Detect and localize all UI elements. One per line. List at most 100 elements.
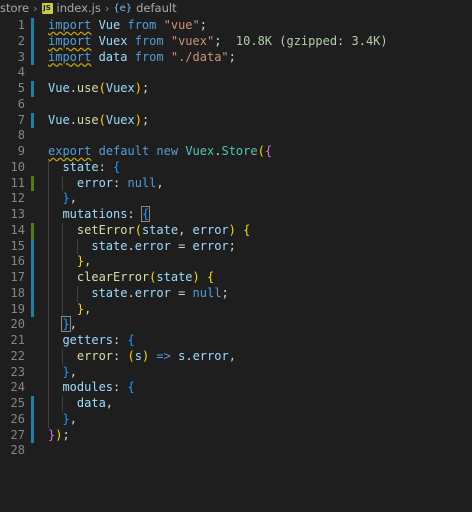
code-token: error <box>48 175 114 190</box>
code-token: ; <box>228 238 236 253</box>
code-token: : <box>98 159 114 174</box>
code-content: }, <box>48 191 77 207</box>
code-token: "vue" <box>163 18 200 32</box>
code-line[interactable]: 9 export default new Vuex.Store({ <box>0 144 472 160</box>
code-line[interactable]: 5 Vue.use(Vuex); <box>0 81 472 97</box>
line-number: 16 <box>10 254 25 269</box>
gutter-modified-indicator[interactable] <box>31 427 34 444</box>
code-line[interactable]: 10 state: { <box>0 159 472 176</box>
code-token: ( <box>98 112 106 127</box>
code-line[interactable]: 6 <box>0 97 472 113</box>
code-line[interactable]: 21 getters: { <box>0 333 472 349</box>
line-number: 22 <box>10 348 25 363</box>
code-line[interactable]: 25 data, <box>0 396 472 412</box>
code-line[interactable]: 7 Vue.use(Vuex); <box>0 112 472 129</box>
code-token: , <box>69 191 77 206</box>
code-token: s <box>134 348 142 363</box>
code-token: null <box>127 175 157 190</box>
code-content: modules: { <box>48 380 134 396</box>
code-token: ; <box>141 112 150 127</box>
code-line[interactable]: 27}); <box>0 427 472 444</box>
code-token: "vuex" <box>170 33 215 48</box>
code-line[interactable]: 1 import Vue from "vue"; <box>0 18 472 34</box>
line-number: 27 <box>10 427 25 442</box>
code-content: mutations: { <box>48 206 151 223</box>
code-content: error: null, <box>48 176 164 192</box>
code-token: } <box>61 316 71 333</box>
line-number: 11 <box>10 175 25 190</box>
gutter-modified-indicator[interactable] <box>31 49 34 66</box>
code-content: export default new Vuex.Store({ <box>48 144 272 160</box>
code-token: } <box>62 411 70 426</box>
code-line[interactable]: 16 }, <box>0 254 472 270</box>
breadcrumb-symbol[interactable]: {e} default <box>113 1 176 15</box>
code-line[interactable]: 12 }, <box>0 191 472 207</box>
code-token: , <box>69 364 77 379</box>
code-token: . <box>69 112 77 127</box>
code-token: ; <box>141 81 150 95</box>
code-token: ; <box>228 49 236 64</box>
code-line[interactable]: 14 setError(state, error) { <box>0 222 472 239</box>
code-line[interactable]: 18 state.error = null; <box>0 285 472 302</box>
code-line[interactable]: 26 }, <box>0 411 472 428</box>
code-token: , <box>105 396 114 410</box>
gutter-modified-indicator[interactable] <box>31 270 34 286</box>
code-token: } <box>62 191 70 206</box>
gutter-added-indicator[interactable] <box>31 222 34 239</box>
code-line[interactable]: 20 }, <box>0 316 472 333</box>
code-line[interactable]: 15 state.error = error; <box>0 238 472 255</box>
code-token: ) <box>192 270 200 284</box>
line-number: 6 <box>17 96 25 111</box>
line-number: 12 <box>10 191 25 206</box>
breadcrumb-file[interactable]: JS index.js <box>41 1 101 15</box>
code-line[interactable]: 4 <box>0 65 472 81</box>
code-token: 10.8K (gzipped: 3.4K) <box>221 33 388 48</box>
code-token: error <box>134 285 171 300</box>
code-token: state <box>156 270 193 284</box>
code-token: getters <box>48 333 114 347</box>
code-token: ; <box>221 285 229 300</box>
code-line[interactable]: 13 mutations: { <box>0 206 472 223</box>
gutter-modified-indicator[interactable] <box>31 411 34 428</box>
code-token: Store <box>221 144 258 158</box>
code-token: ( <box>127 348 135 363</box>
line-number: 28 <box>10 443 25 458</box>
code-editor[interactable]: 1 import Vue from "vue"; 2 import Vuex from… <box>0 18 472 459</box>
gutter-modified-indicator[interactable] <box>31 33 34 50</box>
code-token: Vue <box>48 81 70 95</box>
code-line[interactable]: 8 <box>0 128 472 144</box>
code-line[interactable]: 19 }, <box>0 301 472 318</box>
code-line[interactable]: 24 modules: { <box>0 380 472 396</box>
code-line[interactable]: 23 }, <box>0 364 472 381</box>
gutter-added-indicator[interactable] <box>31 175 34 192</box>
chevron-right-icon: › <box>33 1 38 15</box>
line-number: 2 <box>17 33 25 48</box>
code-content: state.error = null; <box>48 285 229 302</box>
gutter-modified-indicator[interactable] <box>31 301 34 318</box>
gutter-modified-indicator[interactable] <box>31 112 34 129</box>
code-token: ( <box>257 144 265 158</box>
code-line[interactable]: 17 clearError(state) { <box>0 270 472 286</box>
code-line[interactable]: 3 import data from "./data"; <box>0 49 472 66</box>
code-content: Vue.use(Vuex); <box>48 113 149 129</box>
code-content: }, <box>48 254 91 270</box>
line-number: 9 <box>17 144 25 158</box>
breadcrumb-folder[interactable]: store <box>0 1 29 15</box>
line-number: 24 <box>10 380 25 395</box>
gutter-modified-indicator[interactable] <box>31 285 34 302</box>
code-token: , <box>84 301 92 316</box>
gutter-modified-indicator[interactable] <box>31 254 34 270</box>
code-line[interactable]: 11 error: null, <box>0 175 472 192</box>
gutter-modified-indicator[interactable] <box>31 81 34 97</box>
code-line[interactable]: 22 error: (s) => s.error, <box>0 348 472 365</box>
code-line[interactable]: 2 import Vuex from "vuex"; 10.8K (gzipped… <box>0 33 472 50</box>
gutter-modified-indicator[interactable] <box>31 396 34 412</box>
gutter-modified-indicator[interactable] <box>31 18 34 34</box>
gutter-modified-indicator[interactable] <box>31 238 34 255</box>
code-line[interactable]: 28 <box>0 443 472 459</box>
code-token: : <box>113 348 128 363</box>
code-token: . <box>127 238 135 253</box>
